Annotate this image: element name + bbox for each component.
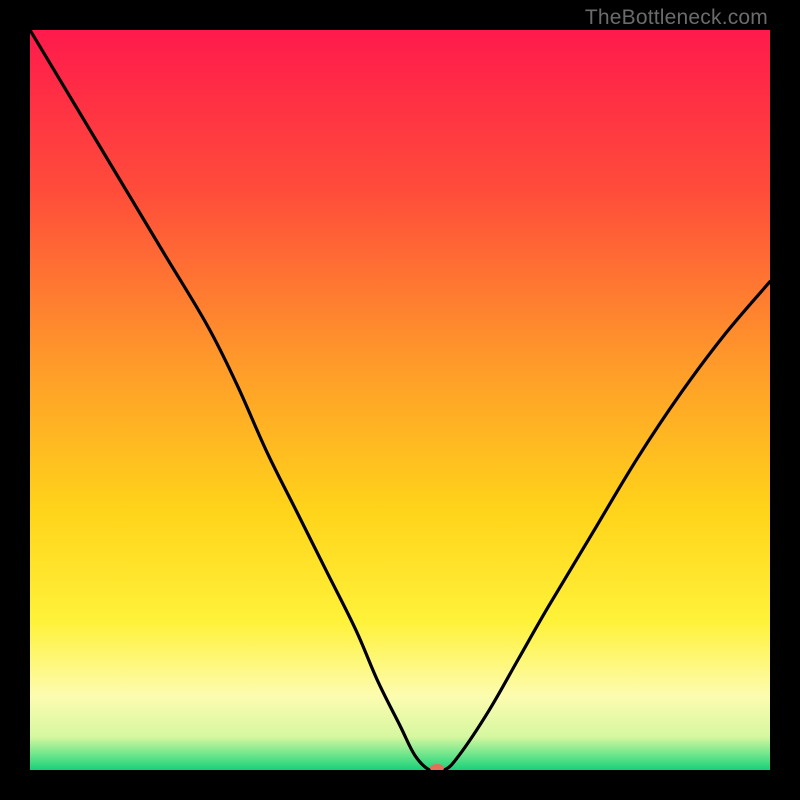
bottleneck-chart — [30, 30, 770, 770]
watermark-text: TheBottleneck.com — [585, 6, 768, 30]
chart-background — [30, 30, 770, 770]
chart-frame: TheBottleneck.com — [0, 0, 800, 800]
